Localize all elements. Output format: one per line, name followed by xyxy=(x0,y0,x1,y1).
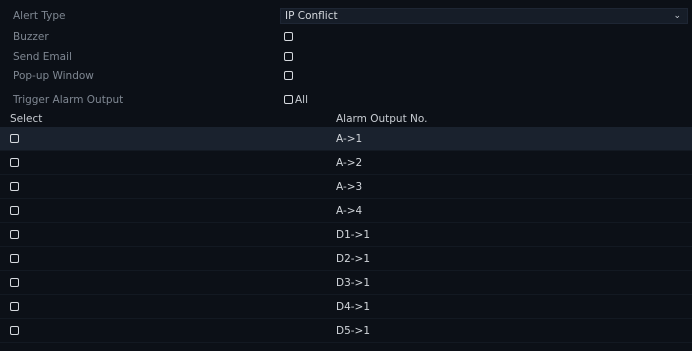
alarm-output-number: A->1 xyxy=(336,133,363,145)
buzzer-label: Buzzer xyxy=(13,31,49,43)
alarm-output-number: D1->1 xyxy=(336,229,371,241)
row-checkbox[interactable] xyxy=(10,230,19,239)
row-checkbox[interactable] xyxy=(10,134,19,143)
alarm-output-number: D4->1 xyxy=(336,301,371,313)
table-row[interactable]: A->1 xyxy=(0,127,692,151)
send-email-checkbox[interactable] xyxy=(284,52,293,61)
chevron-down-icon: ⌄ xyxy=(673,11,681,21)
alert-type-label: Alert Type xyxy=(13,10,66,22)
popup-window-label: Pop-up Window xyxy=(13,70,94,82)
alert-type-dropdown[interactable]: IP Conflict ⌄ xyxy=(280,8,688,24)
table-row[interactable]: D3->1 xyxy=(0,271,692,295)
alarm-output-number: A->3 xyxy=(336,181,363,193)
send-email-row: Send Email xyxy=(0,48,692,68)
popup-window-checkbox[interactable] xyxy=(284,71,293,80)
row-checkbox[interactable] xyxy=(10,158,19,167)
alarm-output-number: D5->1 xyxy=(336,325,371,337)
alarm-output-number: A->4 xyxy=(336,205,363,217)
table-row[interactable]: A->4 xyxy=(0,199,692,223)
column-header-alarm-output: Alarm Output No. xyxy=(336,113,428,125)
row-checkbox[interactable] xyxy=(10,206,19,215)
row-checkbox[interactable] xyxy=(10,278,19,287)
row-checkbox[interactable] xyxy=(10,182,19,191)
bottom-edge xyxy=(0,344,692,351)
buzzer-checkbox[interactable] xyxy=(284,32,293,41)
alert-type-value: IP Conflict xyxy=(285,10,338,22)
column-header-select: Select xyxy=(10,113,43,125)
table-row[interactable]: D4->1 xyxy=(0,295,692,319)
row-checkbox[interactable] xyxy=(10,326,19,335)
alarm-output-number: D2->1 xyxy=(336,253,371,265)
row-checkbox[interactable] xyxy=(10,302,19,311)
table-row[interactable]: D5->1 xyxy=(0,319,692,343)
table-row[interactable]: D1->1 xyxy=(0,223,692,247)
alarm-settings-panel: Alert Type IP Conflict ⌄ Buzzer Send Ema… xyxy=(0,0,692,351)
trigger-alarm-output-row: Trigger Alarm Output All xyxy=(0,91,692,111)
table-header: Select Alarm Output No. xyxy=(0,110,692,126)
popup-window-row: Pop-up Window xyxy=(0,67,692,87)
table-row[interactable]: A->2 xyxy=(0,151,692,175)
table-row[interactable]: D2->1 xyxy=(0,247,692,271)
all-label: All xyxy=(295,94,309,106)
table-row[interactable]: A->3 xyxy=(0,175,692,199)
all-checkbox[interactable] xyxy=(284,95,293,104)
alarm-output-number: D3->1 xyxy=(336,277,371,289)
buzzer-row: Buzzer xyxy=(0,28,692,48)
send-email-label: Send Email xyxy=(13,51,72,63)
row-checkbox[interactable] xyxy=(10,254,19,263)
alert-type-row: Alert Type IP Conflict ⌄ xyxy=(0,7,692,27)
alarm-output-number: A->2 xyxy=(336,157,363,169)
trigger-alarm-output-label: Trigger Alarm Output xyxy=(13,94,124,106)
